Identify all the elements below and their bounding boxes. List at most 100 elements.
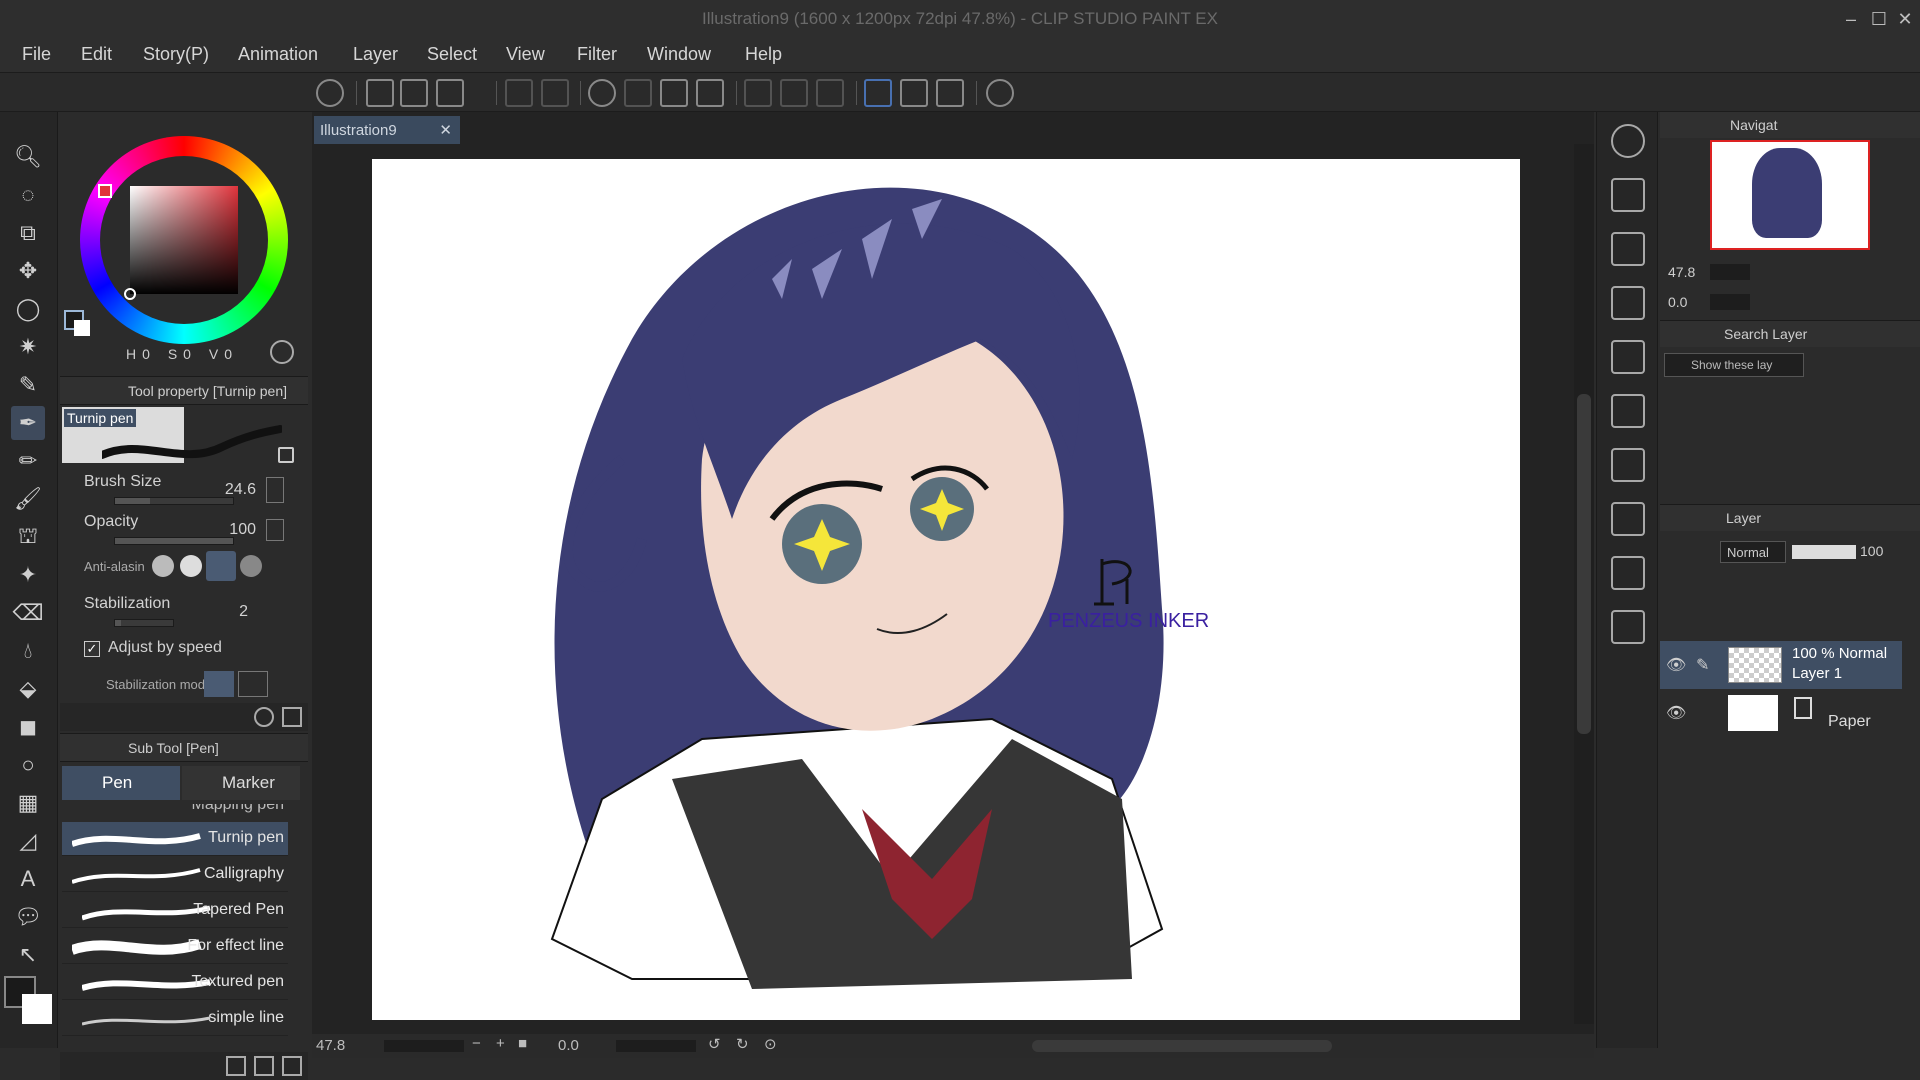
gradient-tool-icon[interactable]: ◼: [11, 710, 45, 744]
clip-studio-icon[interactable]: [316, 79, 344, 107]
operation-tool-icon[interactable]: ◌: [11, 178, 45, 212]
brush-effect-line[interactable]: For effect line: [62, 930, 288, 964]
new-file-icon[interactable]: [366, 79, 394, 107]
fit-icon[interactable]: ■: [518, 1035, 527, 1052]
eraser-tool-icon[interactable]: ⌫: [11, 596, 45, 630]
rotate-right-icon[interactable]: ↻: [736, 1035, 749, 1053]
rotate-left-icon[interactable]: ↺: [708, 1035, 721, 1053]
material-icon[interactable]: [1611, 178, 1645, 212]
blend-mode-select[interactable]: Normal: [1720, 541, 1786, 563]
auto-action-icon[interactable]: [1611, 502, 1645, 536]
special-ruler-snap-icon[interactable]: [900, 79, 928, 107]
history-icon[interactable]: [1611, 232, 1645, 266]
brush-simple-line[interactable]: simple line: [62, 1002, 288, 1036]
ruler-tool-icon[interactable]: ◿: [11, 824, 45, 858]
balloon-tool-icon[interactable]: 💬︎: [11, 900, 45, 934]
pencil-tool-icon[interactable]: ✏: [11, 444, 45, 478]
stabilization-slider[interactable]: [114, 619, 174, 627]
figure-tool-icon[interactable]: ○: [11, 748, 45, 782]
grid-snap-icon[interactable]: [936, 79, 964, 107]
brush-calligraphy[interactable]: Calligraphy: [62, 858, 288, 892]
sub-color-swatch[interactable]: [22, 994, 52, 1024]
duplicate-tool-icon[interactable]: [254, 1056, 274, 1076]
move-tool-icon[interactable]: ✥: [11, 254, 45, 288]
zoom-slider[interactable]: [384, 1040, 464, 1052]
hue-marker[interactable]: [98, 184, 112, 198]
help-icon[interactable]: [986, 79, 1014, 107]
reset-icon[interactable]: [254, 707, 274, 727]
menu-window[interactable]: Window: [647, 44, 711, 65]
navigator-angle[interactable]: 0.0: [1668, 294, 1687, 310]
undo-icon[interactable]: [505, 79, 533, 107]
lock-icon[interactable]: [278, 447, 294, 463]
eyedropper-tool-icon[interactable]: ✎: [11, 368, 45, 402]
layer-property-icon[interactable]: [1611, 394, 1645, 428]
transform-icon[interactable]: [696, 79, 724, 107]
decoration-tool-icon[interactable]: ✦: [11, 558, 45, 592]
visibility-eye-icon[interactable]: 👁︎: [1666, 655, 1686, 675]
opacity-popup-icon[interactable]: [266, 519, 284, 541]
menu-view[interactable]: View: [506, 44, 545, 65]
correct-line-tool-icon[interactable]: ↖: [11, 938, 45, 972]
anti-alias-weak-icon[interactable]: [180, 555, 202, 577]
animation-icon[interactable]: [1611, 610, 1645, 644]
visibility-eye-icon[interactable]: 👁︎: [1666, 703, 1686, 723]
color-mode-icon[interactable]: [270, 340, 294, 364]
list-item[interactable]: Mapping pen: [62, 804, 288, 816]
sub-view-icon[interactable]: [1611, 340, 1645, 374]
frame-tool-icon[interactable]: ▦: [11, 786, 45, 820]
menu-select[interactable]: Select: [427, 44, 477, 65]
search-icon[interactable]: [1611, 124, 1645, 158]
anti-alias-strong-icon[interactable]: [240, 555, 262, 577]
stabilization-mode-icon[interactable]: [204, 671, 234, 697]
navigator-angle-slider[interactable]: [1710, 294, 1750, 310]
color-set-icon[interactable]: [1611, 448, 1645, 482]
adjust-by-speed-checkbox[interactable]: ✓: [84, 641, 100, 657]
vertical-scrollbar[interactable]: [1574, 144, 1594, 1024]
layer-filter-select[interactable]: Show these lay: [1664, 353, 1804, 377]
save-icon[interactable]: [436, 79, 464, 107]
show-selection-icon[interactable]: [816, 79, 844, 107]
layer-opacity-value[interactable]: 100: [1860, 543, 1883, 559]
document-tab[interactable]: Illustration9 ✕: [314, 116, 460, 144]
zoom-in-icon[interactable]: +: [496, 1035, 505, 1052]
redo-icon[interactable]: [541, 79, 569, 107]
scroll-thumb[interactable]: [1577, 394, 1591, 734]
stabilization-mode-alt-icon[interactable]: [238, 671, 268, 697]
fill-tool-icon[interactable]: ⬙: [11, 672, 45, 706]
layer-opacity-slider[interactable]: [1792, 545, 1856, 559]
color-picker-marker[interactable]: [124, 288, 136, 300]
menu-layer[interactable]: Layer: [353, 44, 398, 65]
opacity-slider[interactable]: [114, 537, 234, 545]
brush-tapered-pen[interactable]: Tapered Pen: [62, 894, 288, 928]
settings-wrench-icon[interactable]: [282, 707, 302, 727]
saturation-value-square[interactable]: [130, 186, 238, 294]
navigator-zoom-slider[interactable]: [1710, 264, 1750, 280]
sub-color-chip[interactable]: [74, 320, 90, 336]
brush-turnip-pen[interactable]: Turnip pen: [62, 822, 288, 856]
menu-filter[interactable]: Filter: [577, 44, 617, 65]
canvas[interactable]: PENZEUS INKER: [372, 159, 1520, 1020]
auto-select-tool-icon[interactable]: ✷: [11, 330, 45, 364]
anti-alias-none-icon[interactable]: [152, 555, 174, 577]
zoom-tool-icon[interactable]: 🔍︎: [11, 140, 45, 174]
navigator-preview[interactable]: [1710, 140, 1870, 250]
pen-tool-icon[interactable]: ✒: [11, 406, 45, 440]
airbrush-tool-icon[interactable]: ⛫: [11, 520, 45, 554]
navigator-zoom[interactable]: 47.8: [1668, 264, 1695, 280]
tab-close-icon[interactable]: ✕: [439, 121, 452, 139]
ruler-snap-icon[interactable]: [864, 79, 892, 107]
open-icon[interactable]: [400, 79, 428, 107]
pen-edit-icon[interactable]: ✎: [1696, 655, 1709, 675]
item-bank-icon[interactable]: [1611, 556, 1645, 590]
menu-animation[interactable]: Animation: [238, 44, 318, 65]
blend-tool-icon[interactable]: 💧︎: [11, 634, 45, 668]
loading-icon[interactable]: [588, 79, 616, 107]
stabilization-value[interactable]: 2: [239, 603, 248, 621]
brush-tool-icon[interactable]: 🖌︎: [11, 482, 45, 516]
rotate-slider[interactable]: [616, 1040, 696, 1052]
tab-pen[interactable]: Pen: [62, 766, 180, 800]
close-panel-icon[interactable]: [1611, 286, 1645, 320]
zoom-readout[interactable]: 47.8: [316, 1037, 345, 1054]
horizontal-scrollbar[interactable]: [1032, 1040, 1332, 1052]
